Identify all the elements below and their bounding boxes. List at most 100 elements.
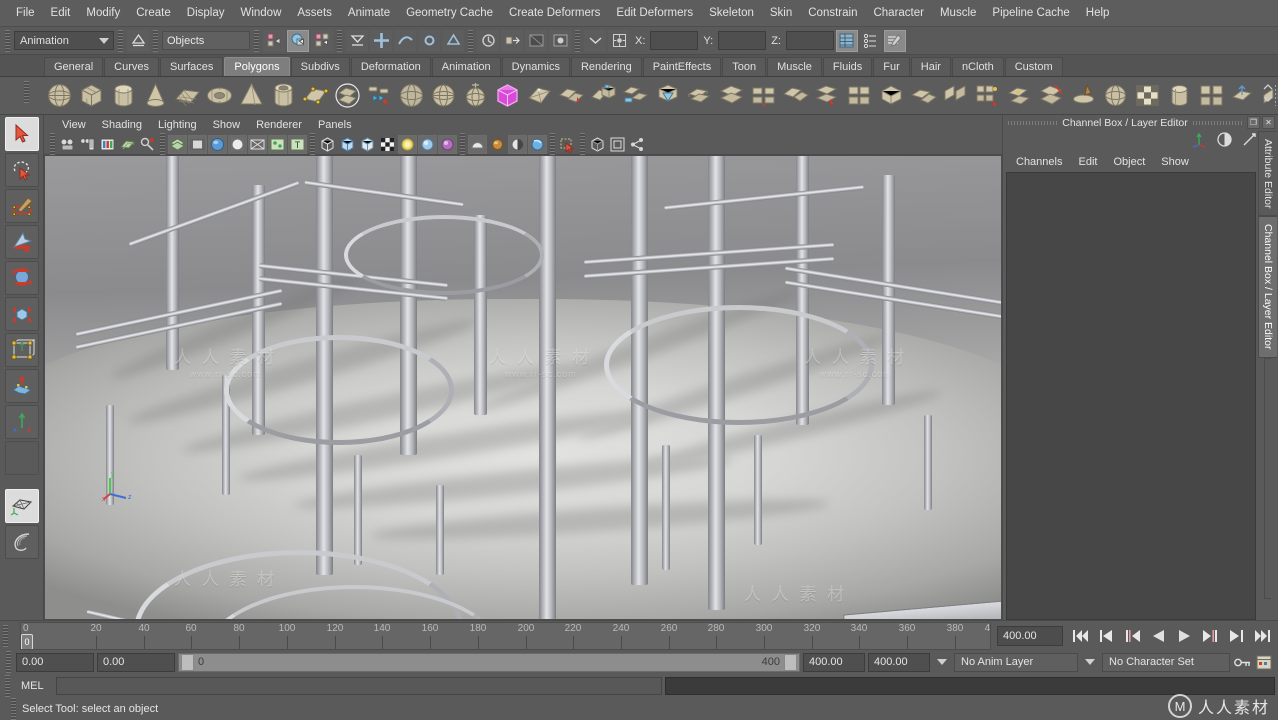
- vp-grip-1[interactable]: [160, 133, 165, 155]
- shelf-tab-muscle[interactable]: Muscle: [767, 57, 822, 76]
- poly-sphere-uv-icon[interactable]: [428, 80, 459, 111]
- smooth-shade-all-icon[interactable]: [338, 135, 357, 154]
- poly-extrude-icon[interactable]: [908, 80, 939, 111]
- command-input[interactable]: [56, 677, 662, 695]
- go-to-end-icon[interactable]: [1251, 625, 1274, 647]
- anim-layer-selector[interactable]: No Anim Layer: [954, 652, 1078, 672]
- isolate-select-icon[interactable]: [558, 135, 577, 154]
- character-set-chevron-down-icon[interactable]: [1085, 659, 1095, 665]
- menu-help[interactable]: Help: [1078, 4, 1118, 22]
- play-forwards-icon[interactable]: [1173, 625, 1196, 647]
- poly-normals-icon[interactable]: [1228, 80, 1259, 111]
- playback-end-field[interactable]: 400.00: [997, 625, 1063, 646]
- use-default-lighting-icon[interactable]: [398, 134, 417, 154]
- menu-animate[interactable]: Animate: [340, 4, 398, 22]
- poly-prism-icon[interactable]: [300, 80, 331, 111]
- shelf-tab-toon[interactable]: Toon: [722, 57, 767, 76]
- channel-box-menu-channels[interactable]: Channels: [1009, 155, 1069, 169]
- shelf-tab-animation[interactable]: Animation: [431, 57, 501, 76]
- anim-layer-chevron-down-icon[interactable]: [937, 659, 947, 665]
- motion-blur-icon[interactable]: [488, 135, 507, 154]
- coord-x-field[interactable]: [650, 31, 699, 50]
- snap-to-view-plane-icon[interactable]: [442, 29, 464, 52]
- chevron-down-icon[interactable]: [584, 29, 606, 52]
- menu-muscle[interactable]: Muscle: [932, 4, 984, 22]
- step-forward-key-icon[interactable]: [1199, 625, 1222, 647]
- viewport-menu-lighting[interactable]: Lighting: [150, 118, 205, 132]
- poly-connect-icon[interactable]: [1004, 80, 1035, 111]
- grip-c[interactable]: [254, 29, 259, 52]
- channel-box-menu-object[interactable]: Object: [1106, 155, 1152, 169]
- viewport-menu-show[interactable]: Show: [205, 118, 249, 132]
- vp-grip-2[interactable]: [310, 133, 315, 155]
- menu-modify[interactable]: Modify: [78, 4, 128, 22]
- shadows-icon[interactable]: [438, 134, 457, 154]
- menu-character[interactable]: Character: [865, 4, 932, 22]
- shelf-tab-fur[interactable]: Fur: [873, 57, 910, 76]
- poly-plane-icon[interactable]: [172, 80, 203, 111]
- help-line-gripper[interactable]: [11, 698, 16, 720]
- animation-end-time-field[interactable]: 400.00: [868, 652, 930, 672]
- restore-icon[interactable]: ❐: [1247, 116, 1260, 129]
- shelf-tab-custom[interactable]: Custom: [1004, 57, 1063, 76]
- select-tool[interactable]: [4, 117, 39, 151]
- shelf-tab-deformation[interactable]: Deformation: [350, 57, 431, 76]
- poly-soccerball-icon[interactable]: [364, 80, 395, 111]
- absolute-transform-icon[interactable]: [608, 29, 630, 52]
- grip-e[interactable]: [468, 29, 473, 52]
- show-manipulator-tool[interactable]: [4, 405, 39, 439]
- shelf-gripper[interactable]: [24, 81, 29, 103]
- poly-cone-icon[interactable]: [140, 80, 171, 111]
- viewport-menu-panels[interactable]: Panels: [310, 118, 360, 132]
- last-tool-used[interactable]: [4, 441, 39, 475]
- time-slider-gripper[interactable]: [3, 624, 8, 647]
- channel-edit-icon[interactable]: [1241, 131, 1258, 151]
- selection-mask-icon[interactable]: [127, 29, 149, 52]
- poly-cube-icon[interactable]: [76, 80, 107, 111]
- poly-bevel-icon[interactable]: [876, 80, 907, 111]
- single-perspective-layout[interactable]: [4, 489, 39, 523]
- poly-pyramid-icon[interactable]: [236, 80, 267, 111]
- attribute-editor-toggle-icon[interactable]: [883, 29, 906, 52]
- step-back-key-icon[interactable]: [1121, 625, 1144, 647]
- menu-assets[interactable]: Assets: [289, 4, 340, 22]
- poly-uv-sphere-icon[interactable]: [1100, 80, 1131, 111]
- playback-start-time-field[interactable]: 0.00: [97, 652, 175, 672]
- snap-to-curve-icon[interactable]: [394, 29, 416, 52]
- shelf-tab-rendering[interactable]: Rendering: [570, 57, 642, 76]
- grip-d[interactable]: [337, 29, 342, 52]
- play-backwards-icon[interactable]: [1147, 625, 1170, 647]
- ao-icon[interactable]: [468, 134, 487, 154]
- smooth-shade-selected-icon[interactable]: [358, 135, 377, 154]
- snap-to-grid-icon[interactable]: [370, 29, 392, 52]
- side-tab-channel-box[interactable]: Channel Box / Layer Editor: [1258, 216, 1277, 358]
- poly-cut-face-icon[interactable]: [1036, 80, 1067, 111]
- wireframe-shading-icon[interactable]: [318, 135, 337, 154]
- poly-interactive-cube-icon[interactable]: [492, 80, 523, 111]
- poly-uv-checker-icon[interactable]: [1132, 80, 1163, 111]
- xray-joints-icon[interactable]: [588, 135, 607, 154]
- mask-funnel-icon[interactable]: [346, 29, 368, 52]
- menu-set-selector[interactable]: Animation: [14, 31, 114, 50]
- time-slider[interactable]: 0 20 40 60 80 100 120 140 160 180 200 22…: [20, 621, 991, 650]
- wireframe-text-icon[interactable]: T: [288, 134, 307, 154]
- poly-extract-icon[interactable]: [620, 80, 651, 111]
- range-slider-gripper[interactable]: [6, 651, 11, 673]
- menu-skin[interactable]: Skin: [762, 4, 800, 22]
- viewport-toolbar-gripper[interactable]: [50, 133, 55, 155]
- smooth-preview-icon[interactable]: [628, 135, 647, 154]
- depth-of-field-icon[interactable]: [528, 134, 547, 154]
- poly-platonic-icon[interactable]: [396, 80, 427, 111]
- poly-uv-layout-icon[interactable]: [1196, 80, 1227, 111]
- paint-select-tool[interactable]: [4, 189, 39, 223]
- two-d-pan-zoom-icon[interactable]: [138, 135, 157, 154]
- viewport-menu-view[interactable]: View: [54, 118, 94, 132]
- hardware-texture-icon[interactable]: [378, 135, 397, 154]
- poly-append-icon[interactable]: [780, 80, 811, 111]
- grip-a[interactable]: [118, 29, 123, 52]
- shelf-tab-polygons[interactable]: Polygons: [224, 57, 290, 76]
- poly-smooth-icon[interactable]: [684, 80, 715, 111]
- image-plane-icon[interactable]: [118, 135, 137, 154]
- select-by-component-icon[interactable]: [311, 29, 333, 52]
- vp-grip-4[interactable]: [550, 133, 555, 155]
